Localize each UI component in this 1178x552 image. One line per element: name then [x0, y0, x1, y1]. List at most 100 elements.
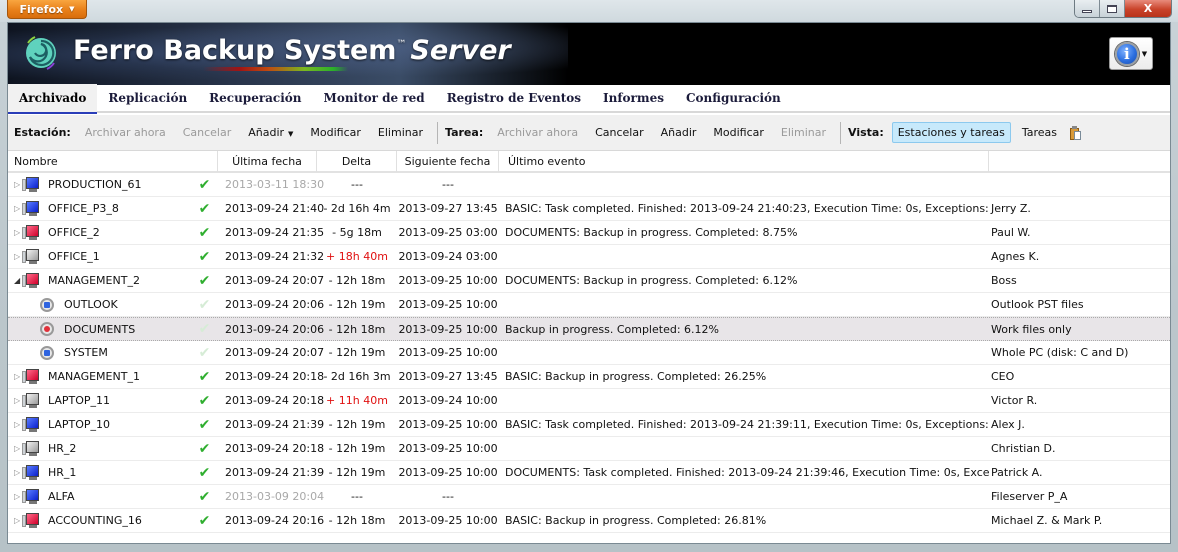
station-row[interactable]: ▷ ACCOUNTING_16 ✔ 2013-09-24 20:16- 12h 18m…	[8, 509, 1170, 533]
trademark-mark: ™	[396, 39, 407, 50]
grid-header: Nombre Última fecha Delta Siguiente fech…	[8, 151, 1170, 173]
description-cell: Boss	[991, 274, 1017, 287]
task-name: OUTLOOK	[64, 298, 118, 311]
station-row[interactable]: ▷ OFFICE_2 ✔ 2013-09-24 21:35 - 5g 18m 2013-0…	[8, 221, 1170, 245]
minimize-button[interactable]	[1075, 0, 1100, 17]
station-add-button[interactable]: Añadir ▼	[242, 122, 299, 143]
computer-icon	[22, 248, 40, 265]
task-modify-button[interactable]: Modificar	[707, 122, 770, 143]
tab-registro-de-eventos[interactable]: Registro de Eventos	[436, 84, 592, 112]
computer-icon	[22, 416, 40, 433]
task-archive-now-button[interactable]: Archivar ahora	[491, 122, 584, 143]
last-date-cell: 2013-09-24 20:07	[225, 346, 325, 359]
station-row[interactable]: ▷ OFFICE_1 ✔ 2013-09-24 21:32 + 18h 40m 2013-…	[8, 245, 1170, 269]
expand-arrow-icon[interactable]: ▷	[8, 492, 22, 501]
status-cell: ✔	[191, 442, 218, 456]
column-header-description[interactable]	[989, 151, 1170, 172]
expand-arrow-icon[interactable]: ▷	[8, 516, 22, 525]
description-cell: Christian D.	[991, 442, 1056, 455]
last-date-cell: 2013-03-11 18:30	[225, 178, 325, 191]
expand-arrow-icon[interactable]: ▷	[8, 228, 22, 237]
computer-icon	[22, 512, 40, 529]
checkmark-icon: ✔	[198, 392, 211, 409]
station-delete-button[interactable]: Eliminar	[372, 122, 429, 143]
task-row[interactable]: DOCUMENTS ✔ 2013-09-24 20:06- 12h 18m 2013-…	[8, 317, 1170, 341]
station-row[interactable]: ▷ MANAGEMENT_1 ✔ 2013-09-24 20:18- 2d 16h 3…	[8, 365, 1170, 389]
station-row[interactable]: ▷ ALFA ✔ 2013-03-09 20:04 --- --- Fileserver P…	[8, 485, 1170, 509]
tab-configuracion[interactable]: Configuración	[675, 84, 792, 112]
station-cancel-button[interactable]: Cancelar	[177, 122, 238, 143]
expand-arrow-icon[interactable]: ▷	[8, 396, 22, 405]
view-tasks-button[interactable]: Tareas	[1016, 122, 1063, 143]
checkmark-icon: ✔	[198, 176, 211, 193]
delta-cell: - 12h 19m	[328, 298, 386, 311]
ferro-logo-icon	[26, 36, 56, 70]
station-modify-button[interactable]: Modificar	[304, 122, 367, 143]
column-header-last-date[interactable]: Última fecha	[218, 151, 317, 172]
next-date-cell: 2013-09-25 10:00	[398, 418, 498, 431]
firefox-menu-button[interactable]: Firefox ▼	[7, 0, 87, 19]
last-date-cell: 2013-09-24 20:18	[225, 370, 325, 383]
expand-arrow-icon[interactable]: ▷	[8, 420, 22, 429]
station-row[interactable]: ◢ MANAGEMENT_2 ✔ 2013-09-24 20:07- 12h 18m 2…	[8, 269, 1170, 293]
expand-arrow-icon[interactable]: ▷	[8, 468, 22, 477]
view-stations-and-tasks-button[interactable]: Estaciones y tareas	[891, 122, 1011, 143]
tab-replicacion[interactable]: Replicación	[97, 84, 198, 112]
tab-recuperacion[interactable]: Recuperación	[198, 84, 312, 112]
computer-icon	[22, 392, 40, 409]
delta-cell: - 12h 19m	[328, 442, 386, 455]
task-row[interactable]: SYSTEM ✔ 2013-09-24 20:07- 12h 19m 2013-09-…	[8, 341, 1170, 365]
tab-archivado[interactable]: Archivado	[8, 84, 98, 114]
station-row[interactable]: ▷ HR_1 ✔ 2013-09-24 21:39- 12h 19m 2013-09-2…	[8, 461, 1170, 485]
computer-icon	[22, 200, 40, 217]
station-label: Estación:	[14, 126, 71, 139]
station-name: OFFICE_P3_8	[48, 202, 119, 215]
description-cell: Patrick A.	[991, 466, 1043, 479]
task-name: DOCUMENTS	[64, 322, 136, 336]
next-date-cell: ---	[442, 178, 454, 191]
expand-arrow-icon[interactable]: ▷	[8, 204, 22, 213]
expand-arrow-icon[interactable]: ▷	[8, 372, 22, 381]
task-add-button[interactable]: Añadir	[655, 122, 703, 143]
tab-informes[interactable]: Informes	[592, 84, 675, 112]
delta-cell: - 12h 19m	[328, 418, 386, 431]
delta-cell: - 2d 16h 3m	[323, 370, 391, 383]
expand-arrow-icon[interactable]: ▷	[8, 180, 22, 189]
close-button[interactable]: X	[1125, 0, 1171, 17]
info-menu-button[interactable]: i ▼	[1109, 37, 1153, 70]
station-archive-now-button[interactable]: Archivar ahora	[79, 122, 172, 143]
column-header-next-date[interactable]: Siguiente fecha	[397, 151, 499, 172]
station-row[interactable]: ▷ HR_2 ✔ 2013-09-24 20:18- 12h 19m 2013-09-2…	[8, 437, 1170, 461]
task-delete-button[interactable]: Eliminar	[775, 122, 832, 143]
name-cell: OUTLOOK	[8, 297, 191, 312]
browser-titlebar: Firefox ▼ X	[0, 0, 1178, 22]
status-cell: ✔	[191, 250, 218, 264]
task-row[interactable]: OUTLOOK ✔ 2013-09-24 20:06- 12h 19m 2013-09…	[8, 293, 1170, 317]
station-row[interactable]: ▷ LAPTOP_10 ✔ 2013-09-24 21:39- 12h 19m 2013…	[8, 413, 1170, 437]
task-name: SYSTEM	[64, 346, 108, 359]
maximize-button[interactable]	[1100, 0, 1125, 17]
view-label: Vista:	[848, 126, 884, 139]
column-header-delta[interactable]: Delta	[317, 151, 397, 172]
name-cell: ▷ MANAGEMENT_1	[8, 368, 191, 385]
clipboard-icon[interactable]	[1070, 125, 1082, 140]
computer-icon	[22, 176, 40, 193]
expand-arrow-icon[interactable]: ▷	[8, 444, 22, 453]
expand-arrow-icon[interactable]: ▷	[8, 252, 22, 261]
column-header-name[interactable]: Nombre	[8, 151, 218, 172]
station-row[interactable]: ▷ OFFICE_P3_8 ✔ 2013-09-24 21:40- 2d 16h 4m…	[8, 197, 1170, 221]
last-date-cell: 2013-09-24 21:35	[225, 226, 325, 239]
station-name: LAPTOP_10	[48, 418, 111, 431]
tab-monitor-de-red[interactable]: Monitor de red	[313, 84, 436, 112]
checkmark-icon: ✔	[198, 200, 211, 217]
task-idle-icon	[40, 345, 54, 360]
last-date-cell: 2013-09-24 21:32	[225, 250, 325, 263]
description-cell: Paul W.	[991, 226, 1031, 239]
station-row[interactable]: ▷ LAPTOP_11 ✔ 2013-09-24 20:18 + 11h 40m 2013…	[8, 389, 1170, 413]
column-header-last-event[interactable]: Último evento	[499, 151, 989, 172]
collapse-arrow-icon[interactable]: ◢	[8, 276, 22, 285]
task-cancel-button[interactable]: Cancelar	[589, 122, 650, 143]
station-row[interactable]: ▷ PRODUCTION_61 ✔ 2013-03-11 18:30 --- ---	[8, 173, 1170, 197]
chevron-down-icon: ▼	[288, 130, 294, 138]
last-event-cell: BASIC: Backup in progress. Completed: 26…	[505, 514, 767, 527]
